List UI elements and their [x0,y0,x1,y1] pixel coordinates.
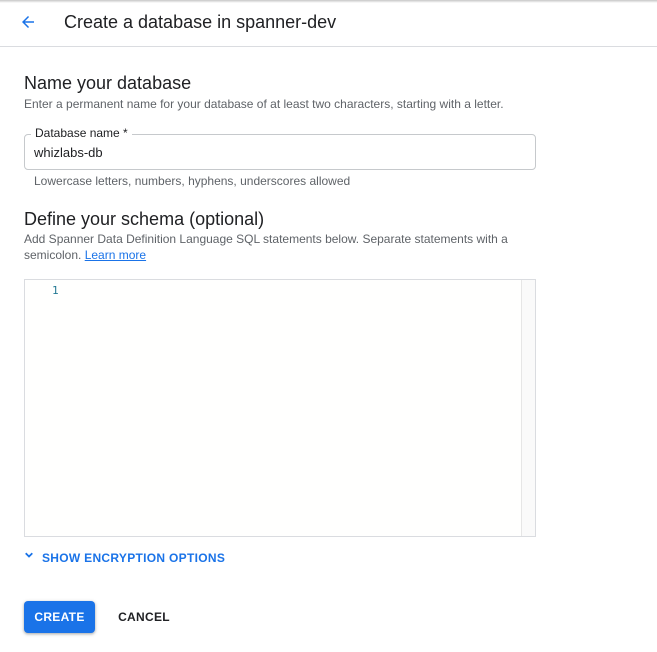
database-name-label: Database name * [31,126,132,140]
database-name-field[interactable]: Database name * [24,126,536,170]
name-section-title: Name your database [24,73,192,93]
page-title: Create a database in spanner-dev [64,12,337,32]
ddl-editor[interactable]: 1 [24,279,536,537]
encryption-toggle-label: SHOW ENCRYPTION OPTIONS [42,550,226,565]
top-app-bar: Create a database in spanner-dev [0,0,657,47]
back-button[interactable] [12,8,44,40]
chevron-down-icon [22,548,36,567]
show-encryption-options-toggle[interactable]: SHOW ENCRYPTION OPTIONS [22,548,225,567]
editor-scrollbar[interactable] [521,280,535,536]
database-name-hint: Lowercase letters, numbers, hyphens, und… [34,174,351,188]
name-section-description: Enter a permanent name for your database… [24,97,504,111]
arrow-back-icon [19,13,37,36]
learn-more-link[interactable]: Learn more [85,248,146,262]
cancel-button[interactable]: CANCEL [108,601,180,633]
top-shadow [0,0,657,3]
line-number: 1 [52,284,59,297]
database-name-input[interactable] [34,143,514,161]
schema-section-description: Add Spanner Data Definition Language SQL… [24,231,524,263]
code-input-area[interactable] [69,280,521,536]
create-button[interactable]: CREATE [24,601,95,633]
schema-section-title: Define your schema (optional) [24,209,265,229]
